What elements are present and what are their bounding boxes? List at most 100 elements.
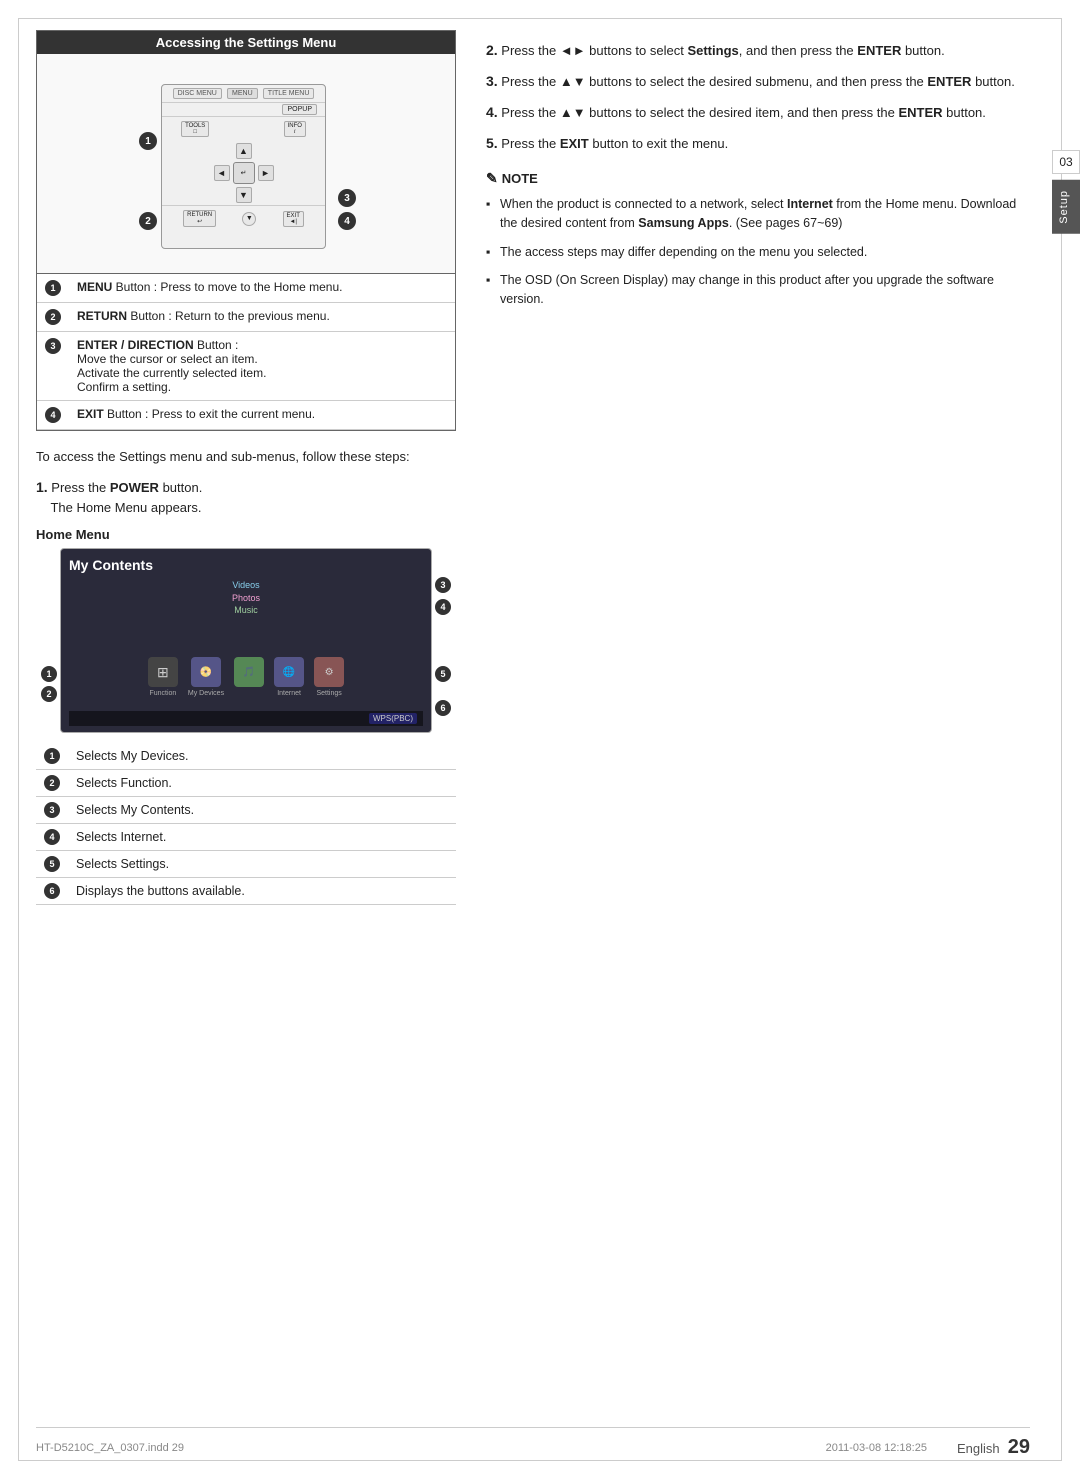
home-item-4: 4 Selects Internet. [36, 824, 456, 851]
btn-desc-3: ENTER / DIRECTION Button : Move the curs… [69, 332, 455, 401]
note-item-1: When the product is connected to a netwo… [486, 195, 1030, 233]
step-5: 5. Press the EXIT button to exit the men… [486, 133, 1030, 154]
side-tab-label: Setup [1052, 180, 1080, 234]
home-item-badge-4: 4 [44, 829, 60, 845]
badge-1: 1 [45, 280, 61, 296]
step-4: 4. Press the ▲▼ buttons to select the de… [486, 102, 1030, 123]
home-item-badge-1: 1 [44, 748, 60, 764]
home-badge-4: 4 [435, 599, 451, 615]
side-tab-number: 03 [1052, 150, 1080, 174]
home-icon-content: 🎵 [234, 657, 264, 697]
remote-popup-btn: POPUP [282, 104, 317, 115]
home-icon-function: ⊞ Function [148, 657, 178, 697]
home-item-1: 1 Selects My Devices. [36, 743, 456, 770]
home-badge-1: 1 [41, 666, 57, 682]
note-item-3: The OSD (On Screen Display) may change i… [486, 271, 1030, 309]
remote-tools-row: TOOLS□ INFOi [162, 117, 325, 141]
badge-2: 2 [45, 309, 61, 325]
home-menu-label: Home Menu [36, 527, 456, 542]
remote-return-btn: RETURN↩ [183, 210, 216, 227]
note-list: When the product is connected to a netwo… [486, 195, 1030, 309]
dpad-right: ► [258, 165, 274, 181]
home-menu-title: My Contents [69, 557, 423, 573]
function-icon: ⊞ [148, 657, 178, 687]
home-menu-items-row: ⊞ Function 📀 My Devices 🎵 🌐 Internet [61, 657, 431, 697]
intro-text: To access the Settings menu and sub-menu… [36, 447, 456, 467]
internet-icon: 🌐 [274, 657, 304, 687]
remote-menu-btn: MENU [227, 88, 258, 99]
remote-row-top: DISC MENU MENU TITLE MENU [162, 85, 325, 103]
footer-left: HT-D5210C_ZA_0307.indd 29 [36, 1442, 184, 1454]
right-steps: 2. Press the ◄► buttons to select Settin… [486, 40, 1030, 154]
home-item-desc-2: Selects Function. [68, 770, 456, 797]
footer-right: 2011-03-08 12:18:25 [826, 1442, 927, 1454]
badge-3: 3 [45, 338, 61, 354]
home-badge-6: 6 [435, 700, 451, 716]
content-icon: 🎵 [234, 657, 264, 687]
home-badge-3: 3 [435, 577, 451, 593]
home-item-desc-1: Selects My Devices. [68, 743, 456, 770]
home-item-5: 5 Selects Settings. [36, 851, 456, 878]
home-icon-mydevices: 📀 My Devices [188, 657, 224, 697]
home-icon-settings: ⚙ Settings [314, 657, 344, 697]
home-item-3: 3 Selects My Contents. [36, 797, 456, 824]
main-content: Accessing the Settings Menu DISC MENU ME… [36, 30, 1030, 1429]
home-item-2: 2 Selects Function. [36, 770, 456, 797]
dpad-down: ▼ [236, 187, 252, 203]
home-menu-items-table: 1 Selects My Devices. 2 Selects Function… [36, 743, 456, 905]
right-column: 2. Press the ◄► buttons to select Settin… [486, 30, 1030, 1429]
note-pencil-icon: ✎ [486, 170, 498, 187]
step-2: 2. Press the ◄► buttons to select Settin… [486, 40, 1030, 61]
settings-menu-title: Accessing the Settings Menu [37, 31, 455, 54]
home-item-badge-2: 2 [44, 775, 60, 791]
home-menu-box: My Contents Videos Photos Music ⊞ Functi… [60, 548, 432, 733]
settings-icon: ⚙ [314, 657, 344, 687]
dpad-up: ▲ [236, 143, 252, 159]
remote-label-3: 3 [338, 189, 356, 207]
remote-bottom-row: RETURN↩ ▼ EXIT◄| [162, 205, 325, 231]
badge-4: 4 [45, 407, 61, 423]
btn-desc-row-4: 4 EXIT Button : Press to exit the curren… [37, 401, 455, 430]
footer-right-group: 2011-03-08 12:18:25 English 29 [826, 1436, 1030, 1459]
remote-info-btn: INFOi [284, 121, 306, 137]
btn-desc-2: RETURN Button : Return to the previous m… [69, 303, 455, 332]
btn-desc-row-2: 2 RETURN Button : Return to the previous… [37, 303, 455, 332]
step-1: 1. Press the POWER button. The Home Menu… [36, 477, 456, 518]
dpad-left: ◄ [214, 165, 230, 181]
home-badge-5: 5 [435, 666, 451, 682]
remote-title-menu-btn: TITLE MENU [263, 88, 315, 99]
remote-dpad: ▲ ▼ ◄ ► ↵ [214, 143, 274, 203]
dpad-enter: ↵ [233, 162, 255, 184]
home-item-6: 6 Displays the buttons available. [36, 878, 456, 905]
remote-tools-btn: TOOLS□ [181, 121, 209, 137]
btn-desc-1: MENU Button : Press to move to the Home … [69, 274, 455, 303]
button-descriptions-table: 1 MENU Button : Press to move to the Hom… [37, 274, 455, 430]
page-number: English 29 [957, 1436, 1030, 1459]
remote-label-4: 4 [338, 212, 356, 230]
note-item-2: The access steps may differ depending on… [486, 243, 1030, 262]
btn-desc-row-3: 3 ENTER / DIRECTION Button : Move the cu… [37, 332, 455, 401]
home-badge-2: 2 [41, 686, 57, 702]
mydevices-icon: 📀 [191, 657, 221, 687]
home-item-desc-3: Selects My Contents. [68, 797, 456, 824]
remote-image-area: DISC MENU MENU TITLE MENU POPUP TOOLS□ [37, 54, 455, 274]
home-item-desc-6: Displays the buttons available. [68, 878, 456, 905]
home-item-badge-3: 3 [44, 802, 60, 818]
note-title: ✎ NOTE [486, 170, 1030, 187]
home-menu-top-labels: Videos Photos Music [61, 579, 431, 617]
page-footer: HT-D5210C_ZA_0307.indd 29 2011-03-08 12:… [36, 1427, 1030, 1459]
remote-label-2: 2 [139, 212, 157, 230]
settings-menu-section: Accessing the Settings Menu DISC MENU ME… [36, 30, 456, 431]
home-item-badge-5: 5 [44, 856, 60, 872]
btn-desc-row-1: 1 MENU Button : Press to move to the Hom… [37, 274, 455, 303]
remote-disc-menu-btn: DISC MENU [173, 88, 222, 99]
home-item-badge-6: 6 [44, 883, 60, 899]
remote-label-1: 1 [139, 132, 157, 150]
step-3: 3. Press the ▲▼ buttons to select the de… [486, 71, 1030, 92]
home-menu-container: My Contents Videos Photos Music ⊞ Functi… [36, 548, 456, 733]
home-icon-internet: 🌐 Internet [274, 657, 304, 697]
home-menu-bottom-bar: WPS(PBC) [69, 711, 423, 726]
note-section: ✎ NOTE When the product is connected to … [486, 170, 1030, 309]
remote-exit-btn: EXIT◄| [283, 211, 304, 227]
remote-down-btn: ▼ [242, 212, 256, 226]
